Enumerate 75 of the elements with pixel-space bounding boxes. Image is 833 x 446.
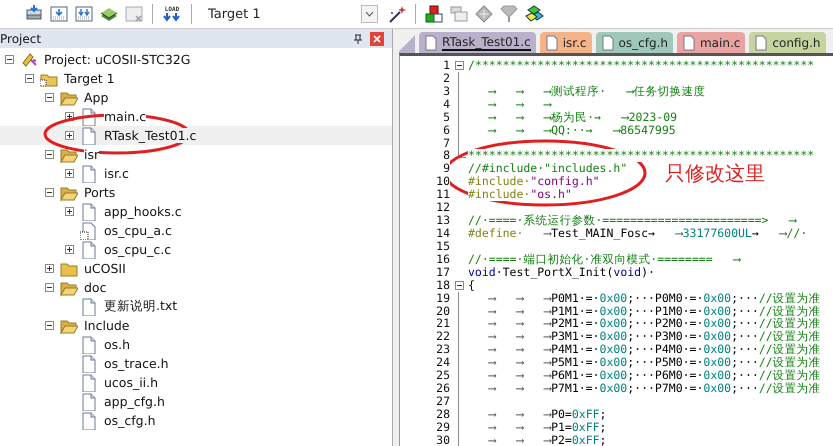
tree-item[interactable]: App — [0, 88, 392, 107]
collapse-icon[interactable] — [5, 55, 14, 64]
target-select[interactable]: Target 1 — [204, 6, 356, 22]
file-tab[interactable]: os_cfg.h — [596, 32, 673, 53]
tree-item[interactable]: Target 1 — [0, 69, 392, 88]
tree-item[interactable]: os_cpu_a.c — [0, 221, 392, 240]
file-icon — [600, 34, 615, 50]
tree-item[interactable]: ucos_ii.h — [0, 373, 392, 392]
collapse-icon[interactable] — [25, 74, 34, 83]
file-tab[interactable]: config.h — [749, 32, 826, 53]
annotation-note: 只修改这里 — [665, 160, 765, 187]
asm-file-icon — [80, 222, 98, 240]
pin-icon — [354, 34, 362, 44]
tree-item[interactable]: os.h — [0, 335, 392, 354]
file-icon — [80, 126, 98, 144]
file-icon — [80, 392, 98, 410]
tree-item[interactable]: RTask_Test01.c — [0, 126, 392, 145]
tree-item[interactable]: main.c — [0, 107, 392, 126]
collapse-icon[interactable] — [45, 93, 54, 102]
tree-item[interactable]: uCOSII — [0, 259, 392, 278]
tree-item[interactable]: Include — [0, 316, 392, 335]
blocks-icon[interactable] — [424, 4, 444, 24]
tree-item[interactable]: os_cfg.h — [0, 411, 392, 430]
tree-item[interactable]: os_cpu_c.c — [0, 240, 392, 259]
file-tab[interactable]: RTask_Test01.c — [419, 32, 536, 53]
file-icon — [80, 298, 98, 316]
diamond-icon[interactable] — [474, 4, 494, 24]
file-icon — [754, 34, 768, 50]
file-icon — [80, 202, 98, 220]
expand-icon[interactable] — [65, 245, 74, 254]
collapse-icon[interactable] — [45, 150, 54, 159]
file-icon — [80, 336, 98, 354]
fold-icon[interactable] — [454, 60, 464, 70]
file-icon — [80, 240, 98, 258]
expand-icon[interactable] — [65, 169, 74, 178]
magic-wand-icon[interactable] — [387, 4, 407, 24]
layers-icon[interactable] — [524, 4, 544, 24]
file-icon — [80, 354, 98, 372]
file-icon — [544, 34, 559, 50]
download-arrows-icon — [163, 13, 181, 22]
batch-build-icon[interactable] — [74, 4, 94, 24]
file-icon — [80, 412, 98, 430]
file-icon — [80, 374, 98, 392]
file-tab[interactable]: main.c — [676, 32, 746, 53]
tree-item[interactable]: doc — [0, 278, 392, 297]
pin-button[interactable] — [354, 34, 362, 44]
tree-item[interactable]: app_cfg.h — [0, 392, 392, 411]
tree-item[interactable]: isr — [0, 145, 392, 164]
file-tab[interactable]: isr.c — [540, 32, 592, 53]
tree-item[interactable]: 更新说明.txt — [0, 297, 392, 316]
collapse-icon[interactable] — [45, 188, 54, 197]
expand-icon[interactable] — [45, 264, 54, 273]
rebuild-icon[interactable] — [49, 4, 69, 24]
tree-item[interactable]: Project: uCOSII-STC32G — [0, 50, 392, 69]
expand-icon[interactable] — [65, 131, 74, 140]
tree-item[interactable]: isr.c — [0, 164, 392, 183]
file-icon — [424, 34, 438, 50]
tree-item[interactable]: os_trace.h — [0, 354, 392, 373]
dropdown-button[interactable] — [361, 5, 378, 23]
collapse-icon[interactable] — [45, 321, 54, 330]
stop-build-icon[interactable] — [124, 4, 144, 24]
tree-item[interactable]: app_hooks.c — [0, 202, 392, 221]
panel-title: Project — [0, 32, 42, 46]
tree-item[interactable]: Ports — [0, 183, 392, 202]
windows-icon[interactable] — [449, 4, 469, 24]
funnel-icon[interactable] — [499, 4, 519, 24]
file-icon — [682, 34, 696, 50]
collapse-icon[interactable] — [45, 283, 54, 292]
caret-icon — [365, 11, 374, 17]
close-icon — [373, 34, 381, 42]
fold-icon[interactable] — [454, 280, 464, 290]
expand-icon[interactable] — [65, 207, 74, 216]
file-icon — [80, 164, 98, 182]
close-button[interactable] — [370, 32, 384, 46]
project-icon — [20, 50, 38, 68]
